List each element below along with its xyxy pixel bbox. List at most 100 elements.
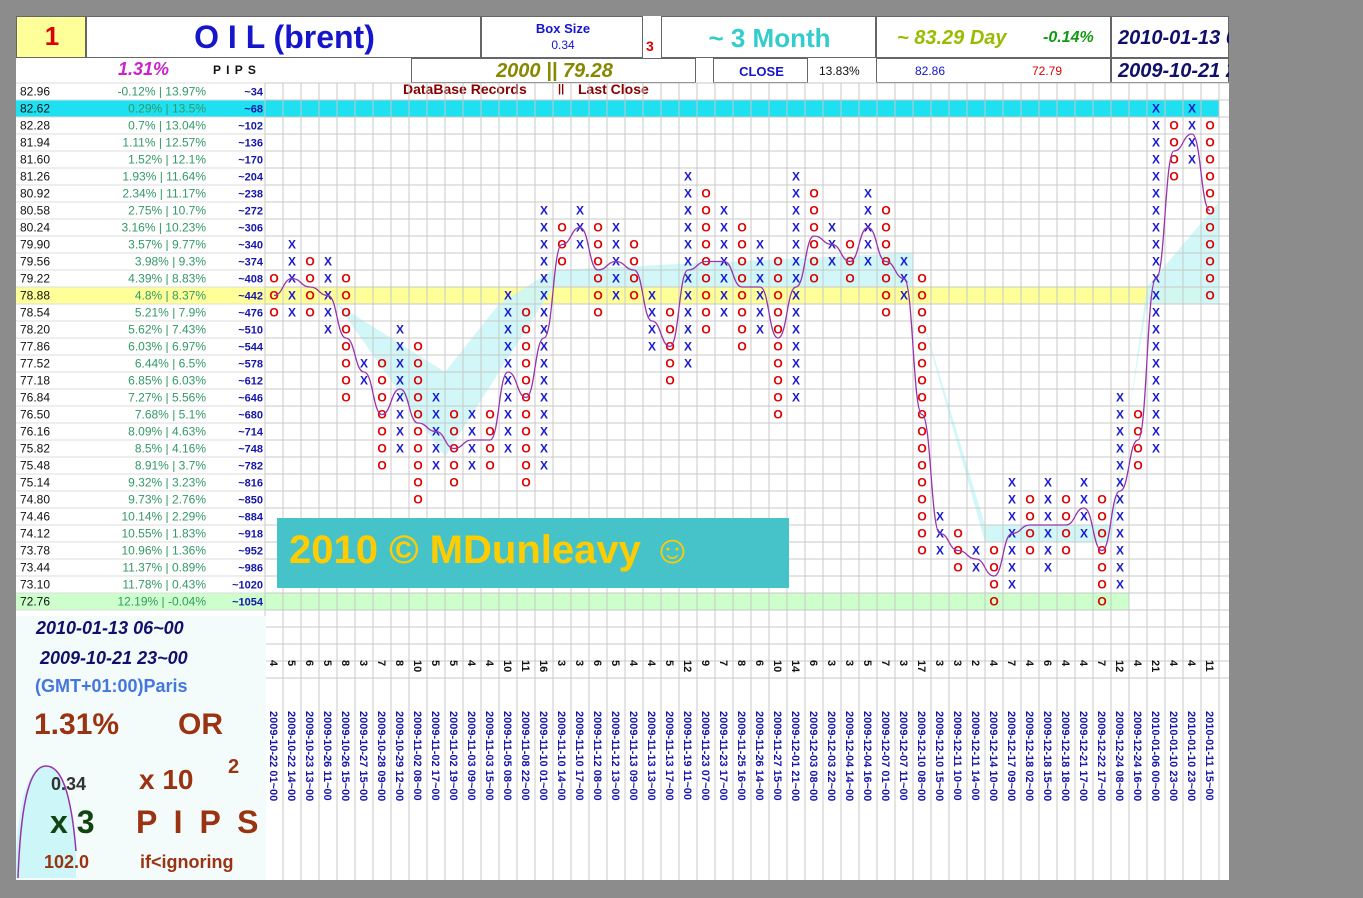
o-mark: O: [1025, 510, 1034, 524]
o-mark: O: [521, 459, 530, 473]
x-mark: X: [792, 204, 800, 218]
o-mark: O: [557, 221, 566, 235]
x-mark: X: [1116, 544, 1124, 558]
x-mark: X: [792, 340, 800, 354]
o-mark: O: [917, 340, 926, 354]
x-mark: X: [864, 204, 872, 218]
x-mark: X: [1152, 238, 1160, 252]
o-mark: O: [341, 340, 350, 354]
x-mark: X: [540, 272, 548, 286]
pips-label: ~680: [238, 410, 263, 422]
x-mark: X: [432, 442, 440, 456]
x-mark: X: [396, 357, 404, 371]
price-label: 82.62: [20, 102, 50, 116]
price-label: 77.18: [20, 374, 50, 388]
percent-label: 3.16% | 10.23%: [121, 221, 206, 235]
multiplier: x 10: [139, 764, 194, 795]
x-mark: X: [1188, 102, 1196, 116]
column-count: 7: [717, 660, 729, 666]
o-mark: O: [413, 425, 422, 439]
o-mark: O: [917, 476, 926, 490]
column-date: 2009-12-10 08~00: [915, 711, 927, 801]
price-label: 81.94: [20, 136, 50, 150]
x-mark: X: [684, 187, 692, 201]
o-mark: O: [917, 391, 926, 405]
percent-label: 10.96% | 1.36%: [121, 544, 206, 558]
column-date: 2009-11-19 11~00: [681, 711, 693, 800]
column-count: 8: [339, 660, 351, 666]
x-mark: X: [792, 255, 800, 269]
o-mark: O: [881, 221, 890, 235]
x-mark: X: [792, 187, 800, 201]
x-mark: X: [432, 391, 440, 405]
o-mark: O: [341, 357, 350, 371]
o-mark: O: [701, 323, 710, 337]
o-mark: O: [737, 323, 746, 337]
column-date: 2010-01-10 23~00: [1185, 711, 1197, 801]
x-mark: X: [900, 255, 908, 269]
column-date: 2009-10-27 15~00: [357, 711, 369, 801]
x-mark: X: [864, 187, 872, 201]
o-mark: O: [953, 527, 962, 541]
o-mark: O: [269, 306, 278, 320]
column-date: 2009-12-18 18~00: [1059, 711, 1071, 801]
o-mark: O: [737, 272, 746, 286]
column-count: 16: [537, 660, 549, 672]
o-mark: O: [341, 374, 350, 388]
column-date: 2009-12-03 22~00: [825, 711, 837, 801]
pips-label: ~306: [238, 223, 263, 235]
o-mark: O: [1097, 510, 1106, 524]
x-mark: X: [1152, 204, 1160, 218]
x-mark: X: [612, 221, 620, 235]
price-label: 80.58: [20, 204, 50, 218]
x-mark: X: [576, 204, 584, 218]
x-mark: X: [288, 255, 296, 269]
x-mark: X: [396, 442, 404, 456]
o-mark: O: [1205, 221, 1214, 235]
o-mark: O: [773, 374, 782, 388]
column-count: 5: [321, 660, 333, 666]
o-mark: O: [701, 306, 710, 320]
o-mark: O: [341, 391, 350, 405]
column-date: 2009-12-24 08~00: [1113, 711, 1125, 801]
x-mark: X: [972, 544, 980, 558]
x-mark: X: [684, 357, 692, 371]
x-mark: X: [1080, 493, 1088, 507]
column-date: 2009-12-24 16~00: [1131, 711, 1143, 801]
o-mark: O: [1097, 578, 1106, 592]
o-mark: O: [341, 289, 350, 303]
o-mark: O: [737, 255, 746, 269]
column-count: 5: [447, 660, 459, 666]
column-count: 5: [429, 660, 441, 666]
o-mark: O: [989, 595, 998, 609]
o-mark: O: [593, 221, 602, 235]
o-mark: O: [413, 493, 422, 507]
percent-label: 7.27% | 5.56%: [128, 391, 206, 405]
x-mark: X: [540, 425, 548, 439]
column-count: 5: [609, 660, 621, 666]
x-mark: X: [1044, 493, 1052, 507]
percent-label: 5.21% | 7.9%: [135, 306, 206, 320]
column-count: 4: [1131, 660, 1143, 667]
x-mark: X: [684, 289, 692, 303]
o-mark: O: [665, 306, 674, 320]
column-date: 2009-12-04 16~00: [861, 711, 873, 801]
column-date: 2009-11-23 07~00: [699, 711, 711, 801]
x-mark: X: [1080, 476, 1088, 490]
percent-label: 10.14% | 2.29%: [121, 510, 206, 524]
o-mark: O: [845, 272, 854, 286]
o-mark: O: [773, 255, 782, 269]
percent-label: 8.09% | 4.63%: [128, 425, 206, 439]
o-mark: O: [629, 289, 638, 303]
x-mark: X: [396, 425, 404, 439]
o-mark: O: [377, 425, 386, 439]
pips-label: ~782: [238, 461, 263, 473]
pips-label: ~1054: [232, 597, 264, 609]
column-date: 2009-11-05 08~00: [501, 711, 513, 801]
o-mark: O: [413, 442, 422, 456]
column-count: 2: [969, 660, 981, 666]
pips-label: ~918: [238, 529, 263, 541]
o-mark: O: [989, 561, 998, 575]
x-mark: X: [792, 289, 800, 303]
o-mark: O: [1169, 136, 1178, 150]
